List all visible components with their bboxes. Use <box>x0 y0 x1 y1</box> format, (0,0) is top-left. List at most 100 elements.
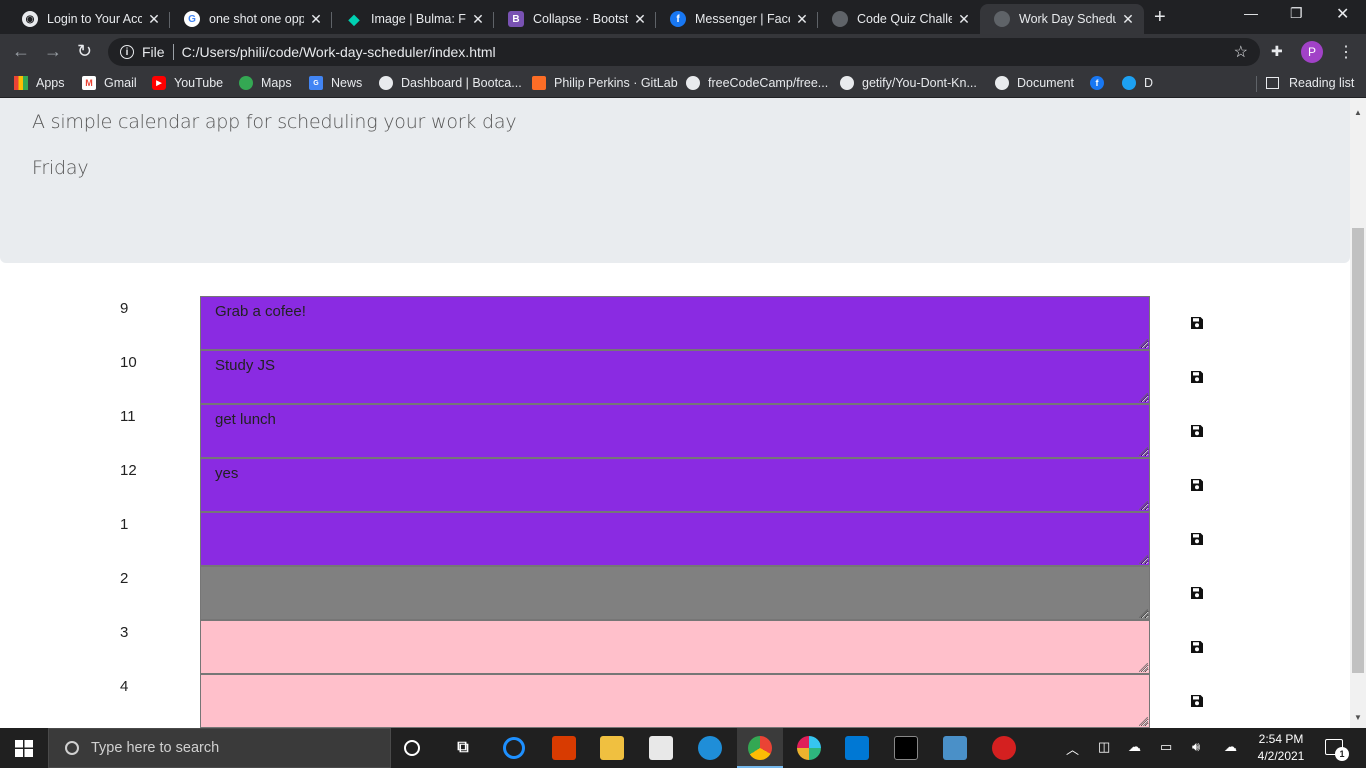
tab-code-quiz[interactable]: Code Quiz Challen ✕ <box>818 4 980 34</box>
task-textarea[interactable]: get lunch <box>200 404 1150 458</box>
back-arrow-icon[interactable]: ← <box>12 41 30 62</box>
page-scrollbar[interactable]: ▲ ▼ <box>1350 98 1366 728</box>
resize-grip-icon[interactable] <box>1139 609 1148 618</box>
close-icon[interactable]: ✕ <box>146 11 162 28</box>
volume-icon[interactable]: 🔊︎ <box>1192 739 1200 755</box>
save-icon[interactable] <box>1190 316 1204 330</box>
task-textarea[interactable] <box>200 566 1150 620</box>
clock-time: 2:54 PM <box>1258 732 1304 746</box>
bookmark-label: D <box>1144 76 1154 90</box>
photos-icon[interactable] <box>943 736 967 760</box>
onedrive-icon[interactable]: ☁ <box>1128 739 1141 755</box>
info-icon[interactable]: i <box>120 45 134 59</box>
task-textarea[interactable]: Grab a cofee! <box>200 296 1150 350</box>
reading-list-button[interactable]: Reading list <box>1266 76 1354 90</box>
tab-login[interactable]: ◉ Login to Your Acco ✕ <box>8 4 170 34</box>
time-block-row: 1 <box>0 512 1350 566</box>
bookmarks-bar: Apps M Gmail ▶ YouTube Maps G News Dashb… <box>0 70 1366 98</box>
task-textarea[interactable]: yes <box>200 458 1150 512</box>
save-icon[interactable] <box>1190 424 1204 438</box>
extensions-puzzle-icon[interactable]: ✚ <box>1271 43 1283 60</box>
restore-icon[interactable]: ❐ <box>1290 5 1303 22</box>
resize-grip-icon[interactable] <box>1139 555 1148 564</box>
bookmark-gmail[interactable]: M Gmail <box>82 76 137 90</box>
save-icon[interactable] <box>1190 478 1204 492</box>
kebab-menu-icon[interactable]: ⋮ <box>1338 42 1354 62</box>
chrome-icon[interactable] <box>748 736 772 760</box>
save-icon[interactable] <box>1190 370 1204 384</box>
close-icon[interactable]: ✕ <box>308 11 324 28</box>
task-textarea[interactable] <box>200 512 1150 566</box>
close-icon[interactable]: ✕ <box>956 11 972 28</box>
tab-google-search[interactable]: G one shot one oppo ✕ <box>170 4 332 34</box>
task-textarea[interactable]: Study JS <box>200 350 1150 404</box>
scroll-down-arrow-icon[interactable]: ▼ <box>1354 713 1362 722</box>
windows-start-icon[interactable] <box>15 740 33 757</box>
bookmark-facebook[interactable]: f <box>1090 76 1104 90</box>
bookmark-star-icon[interactable]: ☆ <box>1234 42 1248 62</box>
tab-messenger[interactable]: f Messenger | Faceb ✕ <box>656 4 818 34</box>
bookmark-apps[interactable]: Apps <box>14 76 65 90</box>
bookmark-maps[interactable]: Maps <box>239 76 292 90</box>
bookmark-gitlab[interactable]: Philip Perkins · GitLab <box>532 76 678 90</box>
task-textarea[interactable] <box>200 674 1150 728</box>
minimize-icon[interactable]: — <box>1244 5 1258 21</box>
security-app-icon[interactable] <box>992 736 1016 760</box>
url-text[interactable]: C:/Users/phili/code/Work-day-scheduler/i… <box>182 44 496 60</box>
bookmark-news[interactable]: G News <box>309 76 362 90</box>
edge-icon[interactable] <box>698 736 722 760</box>
cortana-circle-icon[interactable] <box>503 737 525 759</box>
tab-bulma[interactable]: ◆ Image | Bulma: Fre ✕ <box>332 4 494 34</box>
taskbar-search-box[interactable]: Type here to search <box>48 728 391 768</box>
slack-icon[interactable] <box>797 736 821 760</box>
cortana-icon[interactable] <box>404 740 420 756</box>
resize-grip-icon[interactable] <box>1139 717 1148 726</box>
system-clock[interactable]: 2:54 PM 4/2/2021 <box>1252 731 1310 765</box>
save-icon[interactable] <box>1190 640 1204 654</box>
profile-avatar[interactable]: P <box>1301 41 1323 63</box>
window-close-icon[interactable]: ✕ <box>1336 4 1349 24</box>
resize-grip-icon[interactable] <box>1139 339 1148 348</box>
bookmark-document[interactable]: Document <box>995 76 1074 90</box>
save-icon[interactable] <box>1190 694 1204 708</box>
store-icon[interactable] <box>649 736 673 760</box>
close-icon[interactable]: ✕ <box>1120 11 1136 28</box>
save-icon[interactable] <box>1190 586 1204 600</box>
bulma-icon: ◆ <box>348 10 360 27</box>
new-tab-button[interactable]: + <box>1154 6 1166 29</box>
meet-now-icon[interactable]: ◫ <box>1098 739 1110 755</box>
reload-icon[interactable]: ↻ <box>77 41 92 62</box>
cloud-upload-icon[interactable]: ☁ <box>1224 739 1237 755</box>
terminal-icon[interactable] <box>894 736 918 760</box>
office-icon[interactable] <box>552 736 576 760</box>
task-view-icon[interactable]: ⧉ <box>451 736 475 760</box>
bookmark-freecodecamp[interactable]: freeCodeCamp/free... <box>686 76 828 90</box>
resize-grip-icon[interactable] <box>1139 447 1148 456</box>
battery-icon[interactable]: ▭ <box>1160 739 1172 755</box>
notification-center-icon[interactable]: 1 <box>1325 739 1349 761</box>
resize-grip-icon[interactable] <box>1139 501 1148 510</box>
forward-arrow-icon[interactable]: → <box>44 41 62 62</box>
save-icon[interactable] <box>1190 532 1204 546</box>
bookmark-d[interactable]: D <box>1122 76 1153 90</box>
file-explorer-icon[interactable] <box>600 736 624 760</box>
close-icon[interactable]: ✕ <box>632 11 648 28</box>
page-subtitle: A simple calendar app for scheduling you… <box>32 111 517 133</box>
vscode-icon[interactable] <box>845 736 869 760</box>
address-bar[interactable]: i File C:/Users/phili/code/Work-day-sche… <box>108 38 1260 66</box>
resize-grip-icon[interactable] <box>1139 663 1148 672</box>
bookmark-youtube[interactable]: ▶ YouTube <box>152 76 223 90</box>
tray-chevron-icon[interactable]: ︿ <box>1066 739 1079 758</box>
bookmark-dashboard[interactable]: Dashboard | Bootca... <box>379 76 522 90</box>
task-textarea[interactable] <box>200 620 1150 674</box>
scroll-up-arrow-icon[interactable]: ▲ <box>1354 108 1362 117</box>
scrollbar-thumb[interactable] <box>1352 228 1364 673</box>
close-icon[interactable]: ✕ <box>470 11 486 28</box>
bookmark-ydkjs[interactable]: getify/You-Dont-Kn... <box>840 76 977 90</box>
resize-grip-icon[interactable] <box>1139 393 1148 402</box>
tab-work-day-scheduler[interactable]: Work Day Schedul ✕ <box>980 4 1144 34</box>
time-block-row: 4 <box>0 674 1350 728</box>
tab-bootstrap[interactable]: B Collapse · Bootstra ✕ <box>494 4 656 34</box>
close-icon[interactable]: ✕ <box>794 11 810 28</box>
facebook-icon: f <box>1090 76 1104 90</box>
